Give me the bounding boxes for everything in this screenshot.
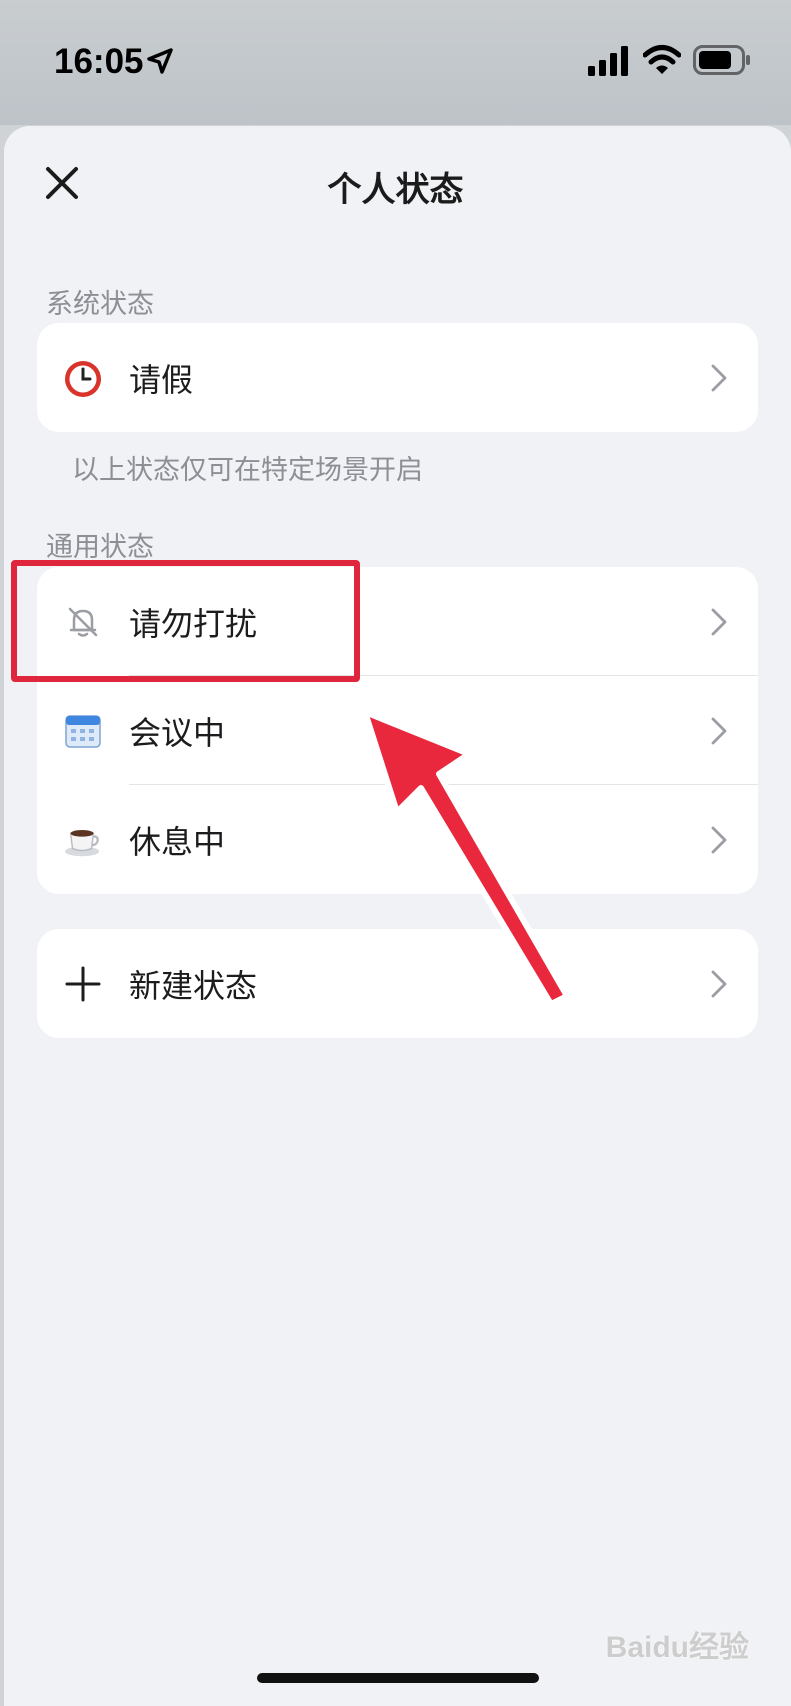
alarm-clock-icon (63, 358, 103, 398)
highlight-box (11, 560, 360, 682)
system-status-hint: 以上状态仅可在特定场景开启 (72, 455, 423, 486)
status-item-label: 请假 (129, 360, 194, 399)
page-title: 个人状态 (327, 170, 464, 210)
signal-icon (588, 46, 628, 76)
battery-icon (693, 45, 750, 75)
watermark-logo: Baidu经验 (605, 1631, 749, 1664)
status-item-label: 会议中 (129, 713, 226, 752)
chevron-right-icon (711, 608, 727, 635)
plus-icon (63, 964, 103, 1004)
system-status-card: 请假 (37, 323, 758, 432)
new-status-label: 新建状态 (129, 966, 258, 1005)
status-item-leave[interactable]: 请假 (37, 323, 758, 432)
home-indicator (257, 1673, 539, 1683)
section-label-system: 系统状态 (46, 289, 154, 320)
status-item-label: 休息中 (129, 822, 226, 861)
chevron-right-icon (711, 970, 727, 997)
chevron-right-icon (711, 364, 727, 391)
chevron-right-icon (711, 717, 727, 744)
wifi-icon (643, 45, 681, 74)
coffee-cup-icon (63, 820, 103, 860)
location-arrow-icon (147, 48, 173, 74)
calendar-icon (63, 711, 103, 751)
chevron-right-icon (711, 826, 727, 853)
status-time: 16:05 (54, 42, 144, 81)
pointer-arrow-icon (362, 709, 570, 1007)
status-bar: 16:05 (0, 0, 791, 125)
section-label-general: 通用状态 (46, 532, 154, 563)
